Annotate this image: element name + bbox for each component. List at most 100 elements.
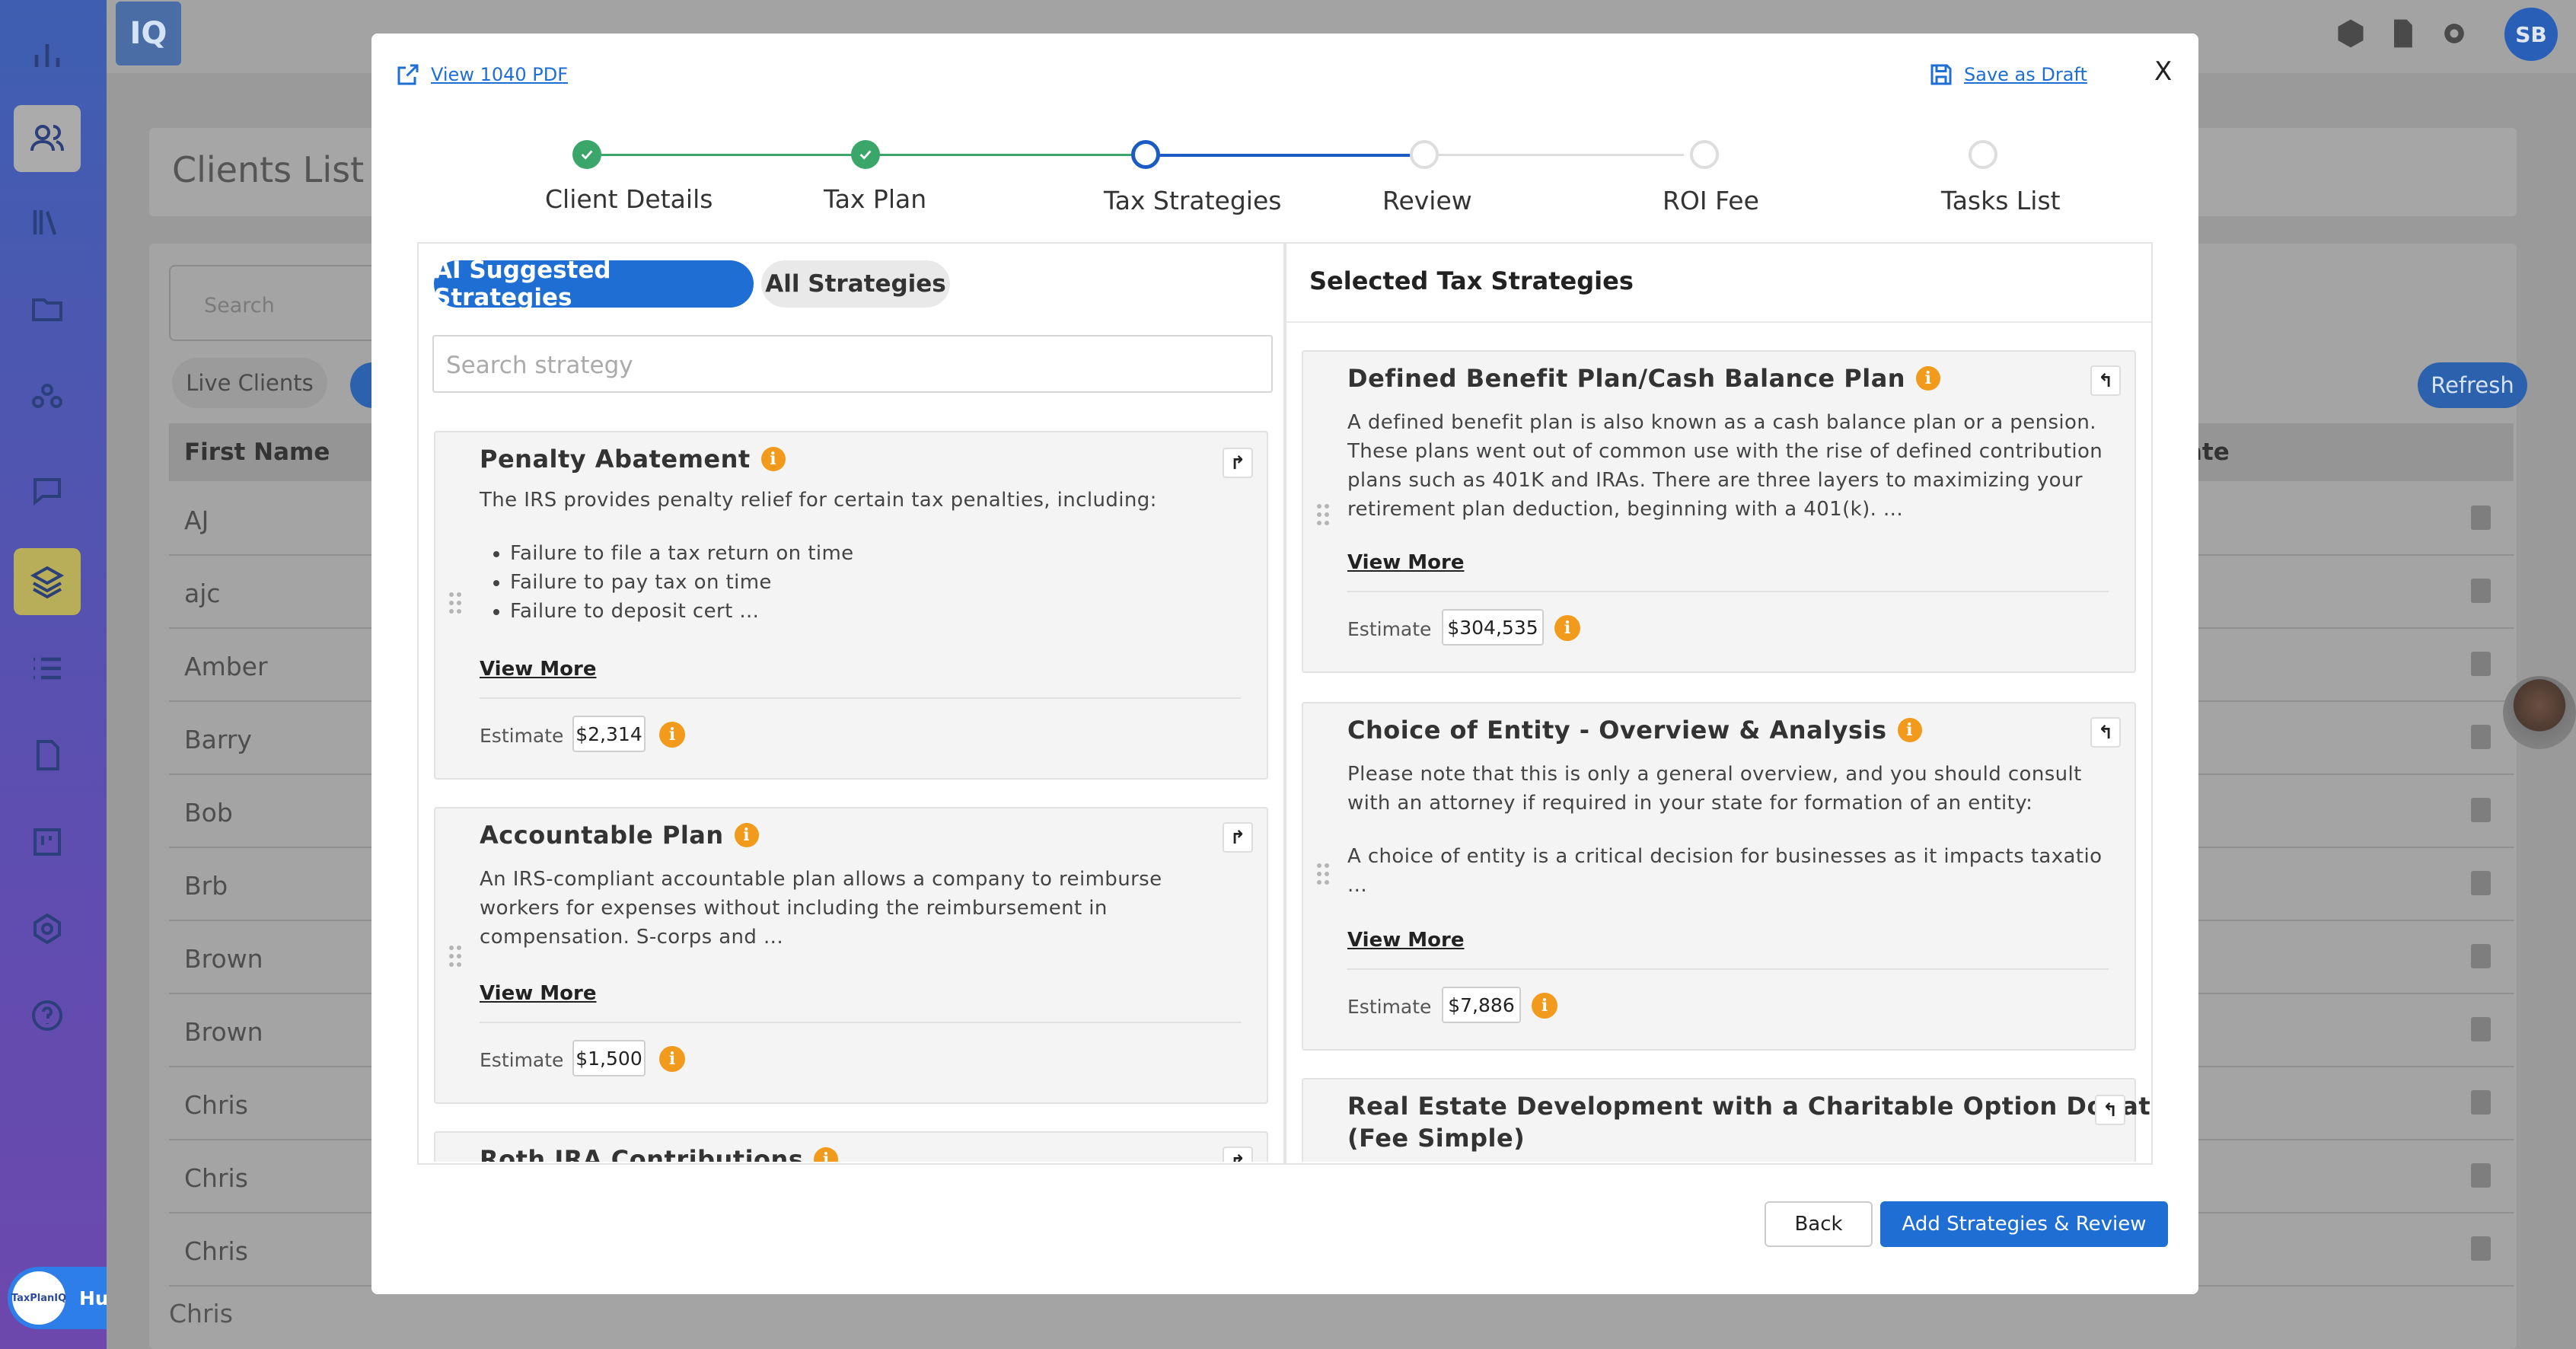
live-clients-chip[interactable]: Live Clients bbox=[172, 358, 327, 408]
trash-icon[interactable] bbox=[2471, 871, 2491, 895]
step-dot-tax-strategies[interactable] bbox=[1131, 140, 1160, 169]
drag-handle-icon[interactable] bbox=[449, 946, 464, 968]
info-icon[interactable]: i bbox=[734, 823, 759, 847]
add-strategy-icon[interactable]: ↱ bbox=[1223, 448, 1253, 478]
first-name-cell: Barry bbox=[184, 725, 252, 754]
left-strategy-list[interactable]: Penalty Abatement i ↱ The IRS provides pe… bbox=[419, 426, 1283, 1162]
first-name-cell: ajc bbox=[184, 579, 221, 608]
trash-icon[interactable] bbox=[2471, 1090, 2491, 1115]
strategy-card-accountable-plan[interactable]: Accountable Plan i ↱ An IRS-compliant acc… bbox=[434, 807, 1268, 1104]
step-label-roi-fee[interactable]: ROI Fee bbox=[1663, 186, 1759, 215]
clients-search-input[interactable]: Search bbox=[169, 265, 397, 341]
trash-icon[interactable] bbox=[2471, 652, 2491, 676]
step-dot-review[interactable] bbox=[1410, 140, 1439, 169]
add-strategy-icon[interactable]: ↱ bbox=[1223, 1146, 1253, 1162]
selected-card-real-estate-development[interactable]: Real Estate Development with a Charitabl… bbox=[1302, 1078, 2151, 1162]
view-pdf-label: View 1040 PDF bbox=[431, 64, 569, 85]
estimate-info-icon[interactable]: i bbox=[659, 722, 685, 748]
trash-icon[interactable] bbox=[2471, 725, 2491, 749]
estimate-info-icon[interactable]: i bbox=[659, 1046, 685, 1072]
step-dot-tasks-list[interactable] bbox=[1969, 140, 1997, 169]
card-description-2: A choice of entity is a critical decisio… bbox=[1347, 845, 2103, 897]
step-dot-tax-plan[interactable] bbox=[851, 140, 880, 169]
folder-icon[interactable] bbox=[14, 276, 81, 343]
trash-icon[interactable] bbox=[2471, 1017, 2491, 1041]
save-draft-link[interactable]: Save as Draft bbox=[1927, 61, 2087, 88]
selected-strategies-title: Selected Tax Strategies bbox=[1309, 266, 1634, 295]
drag-handle-icon[interactable] bbox=[1317, 863, 1332, 886]
team-icon[interactable] bbox=[14, 365, 81, 432]
view-more-link[interactable]: View More bbox=[1347, 929, 1464, 952]
list-icon[interactable] bbox=[14, 635, 81, 702]
board-icon[interactable] bbox=[14, 808, 81, 875]
gear-icon[interactable] bbox=[2437, 17, 2471, 50]
divider bbox=[480, 697, 1241, 699]
info-icon[interactable]: i bbox=[1916, 366, 1941, 391]
trash-icon[interactable] bbox=[2471, 944, 2491, 968]
integrations-icon[interactable] bbox=[14, 895, 81, 962]
strategy-search-input[interactable]: Search strategy bbox=[432, 335, 1273, 393]
refresh-button[interactable]: Refresh bbox=[2418, 362, 2527, 408]
card-title: Roth IRA Contributions bbox=[480, 1145, 804, 1162]
user-avatar[interactable]: SB bbox=[2504, 8, 2558, 61]
step-label-tax-plan[interactable]: Tax Plan bbox=[824, 184, 926, 214]
estimate-value: $2,314 bbox=[572, 716, 646, 752]
table-row-partial: Chris bbox=[169, 1299, 233, 1328]
step-label-tax-strategies[interactable]: Tax Strategies bbox=[1104, 186, 1281, 215]
strategy-card-roth-ira[interactable]: Roth IRA Contributions i ↱ bbox=[434, 1131, 1268, 1162]
view-more-link[interactable]: View More bbox=[1347, 551, 1464, 574]
remove-strategy-icon[interactable]: ↰ bbox=[2090, 365, 2121, 396]
view-more-link[interactable]: View More bbox=[480, 982, 596, 1005]
step-label-client-details[interactable]: Client Details bbox=[545, 184, 713, 214]
assistant-avatar[interactable] bbox=[2503, 676, 2576, 749]
estimate-info-icon[interactable]: i bbox=[1532, 993, 1557, 1019]
tab-all-strategies[interactable]: All Strategies bbox=[761, 260, 950, 308]
add-strategy-icon[interactable]: ↱ bbox=[1223, 822, 1253, 853]
view-more-link[interactable]: View More bbox=[480, 658, 596, 681]
close-button[interactable]: X bbox=[2154, 56, 2172, 87]
step-label-tasks-list[interactable]: Tasks List bbox=[1941, 186, 2061, 215]
view-pdf-link[interactable]: View 1040 PDF bbox=[394, 61, 568, 88]
help-icon[interactable] bbox=[14, 982, 81, 1049]
first-name-cell: Brb bbox=[184, 871, 228, 901]
selected-card-defined-benefit-plan[interactable]: Defined Benefit Plan/Cash Balance Plan i … bbox=[1302, 350, 2136, 673]
chat-icon[interactable] bbox=[14, 457, 81, 524]
app-logo[interactable]: IQ bbox=[116, 2, 181, 65]
selected-strategy-list[interactable]: Defined Benefit Plan/Cash Balance Plan i … bbox=[1286, 323, 2151, 1162]
trash-icon[interactable] bbox=[2471, 505, 2491, 530]
external-link-icon bbox=[397, 64, 419, 85]
drag-handle-icon[interactable] bbox=[449, 592, 464, 615]
info-icon[interactable]: i bbox=[814, 1147, 839, 1162]
selected-card-choice-of-entity[interactable]: Choice of Entity - Overview & Analysis i … bbox=[1302, 702, 2136, 1051]
step-dot-client-details[interactable] bbox=[572, 140, 601, 169]
estimate-value: $304,535 bbox=[1442, 609, 1544, 646]
chart-icon[interactable] bbox=[14, 21, 81, 88]
stepper-progress-current bbox=[1151, 154, 1417, 157]
drag-handle-icon[interactable] bbox=[1317, 504, 1332, 527]
step-dot-roi-fee[interactable] bbox=[1690, 140, 1719, 169]
trash-icon[interactable] bbox=[2471, 1236, 2491, 1261]
cube-icon[interactable] bbox=[2334, 17, 2367, 50]
add-strategies-review-button[interactable]: Add Strategies & Review bbox=[1880, 1201, 2168, 1247]
clients-icon[interactable] bbox=[14, 105, 81, 172]
trash-icon[interactable] bbox=[2471, 798, 2491, 822]
bullet-item: Failure to file a tax return on time bbox=[510, 539, 1241, 568]
estimate-info-icon[interactable]: i bbox=[1554, 615, 1580, 641]
library-icon[interactable] bbox=[14, 189, 81, 256]
file-icon[interactable] bbox=[2386, 17, 2419, 50]
first-name-cell: AJ bbox=[184, 505, 209, 535]
info-icon[interactable]: i bbox=[760, 447, 786, 471]
trash-icon[interactable] bbox=[2471, 1163, 2491, 1188]
strategy-card-penalty-abatement[interactable]: Penalty Abatement i ↱ The IRS provides pe… bbox=[434, 431, 1268, 780]
divider bbox=[480, 1022, 1241, 1023]
layers-icon[interactable] bbox=[14, 548, 81, 615]
trash-icon[interactable] bbox=[2471, 579, 2491, 603]
remove-strategy-icon[interactable]: ↰ bbox=[2095, 1095, 2125, 1125]
first-name-header[interactable]: First Name bbox=[184, 439, 330, 466]
remove-strategy-icon[interactable]: ↰ bbox=[2090, 717, 2121, 748]
document-icon[interactable] bbox=[14, 722, 81, 789]
back-button[interactable]: Back bbox=[1765, 1201, 1873, 1247]
tab-ai-suggested[interactable]: AI Suggested Strategies bbox=[434, 257, 754, 311]
info-icon[interactable]: i bbox=[1897, 718, 1922, 742]
step-label-review[interactable]: Review bbox=[1382, 186, 1472, 215]
